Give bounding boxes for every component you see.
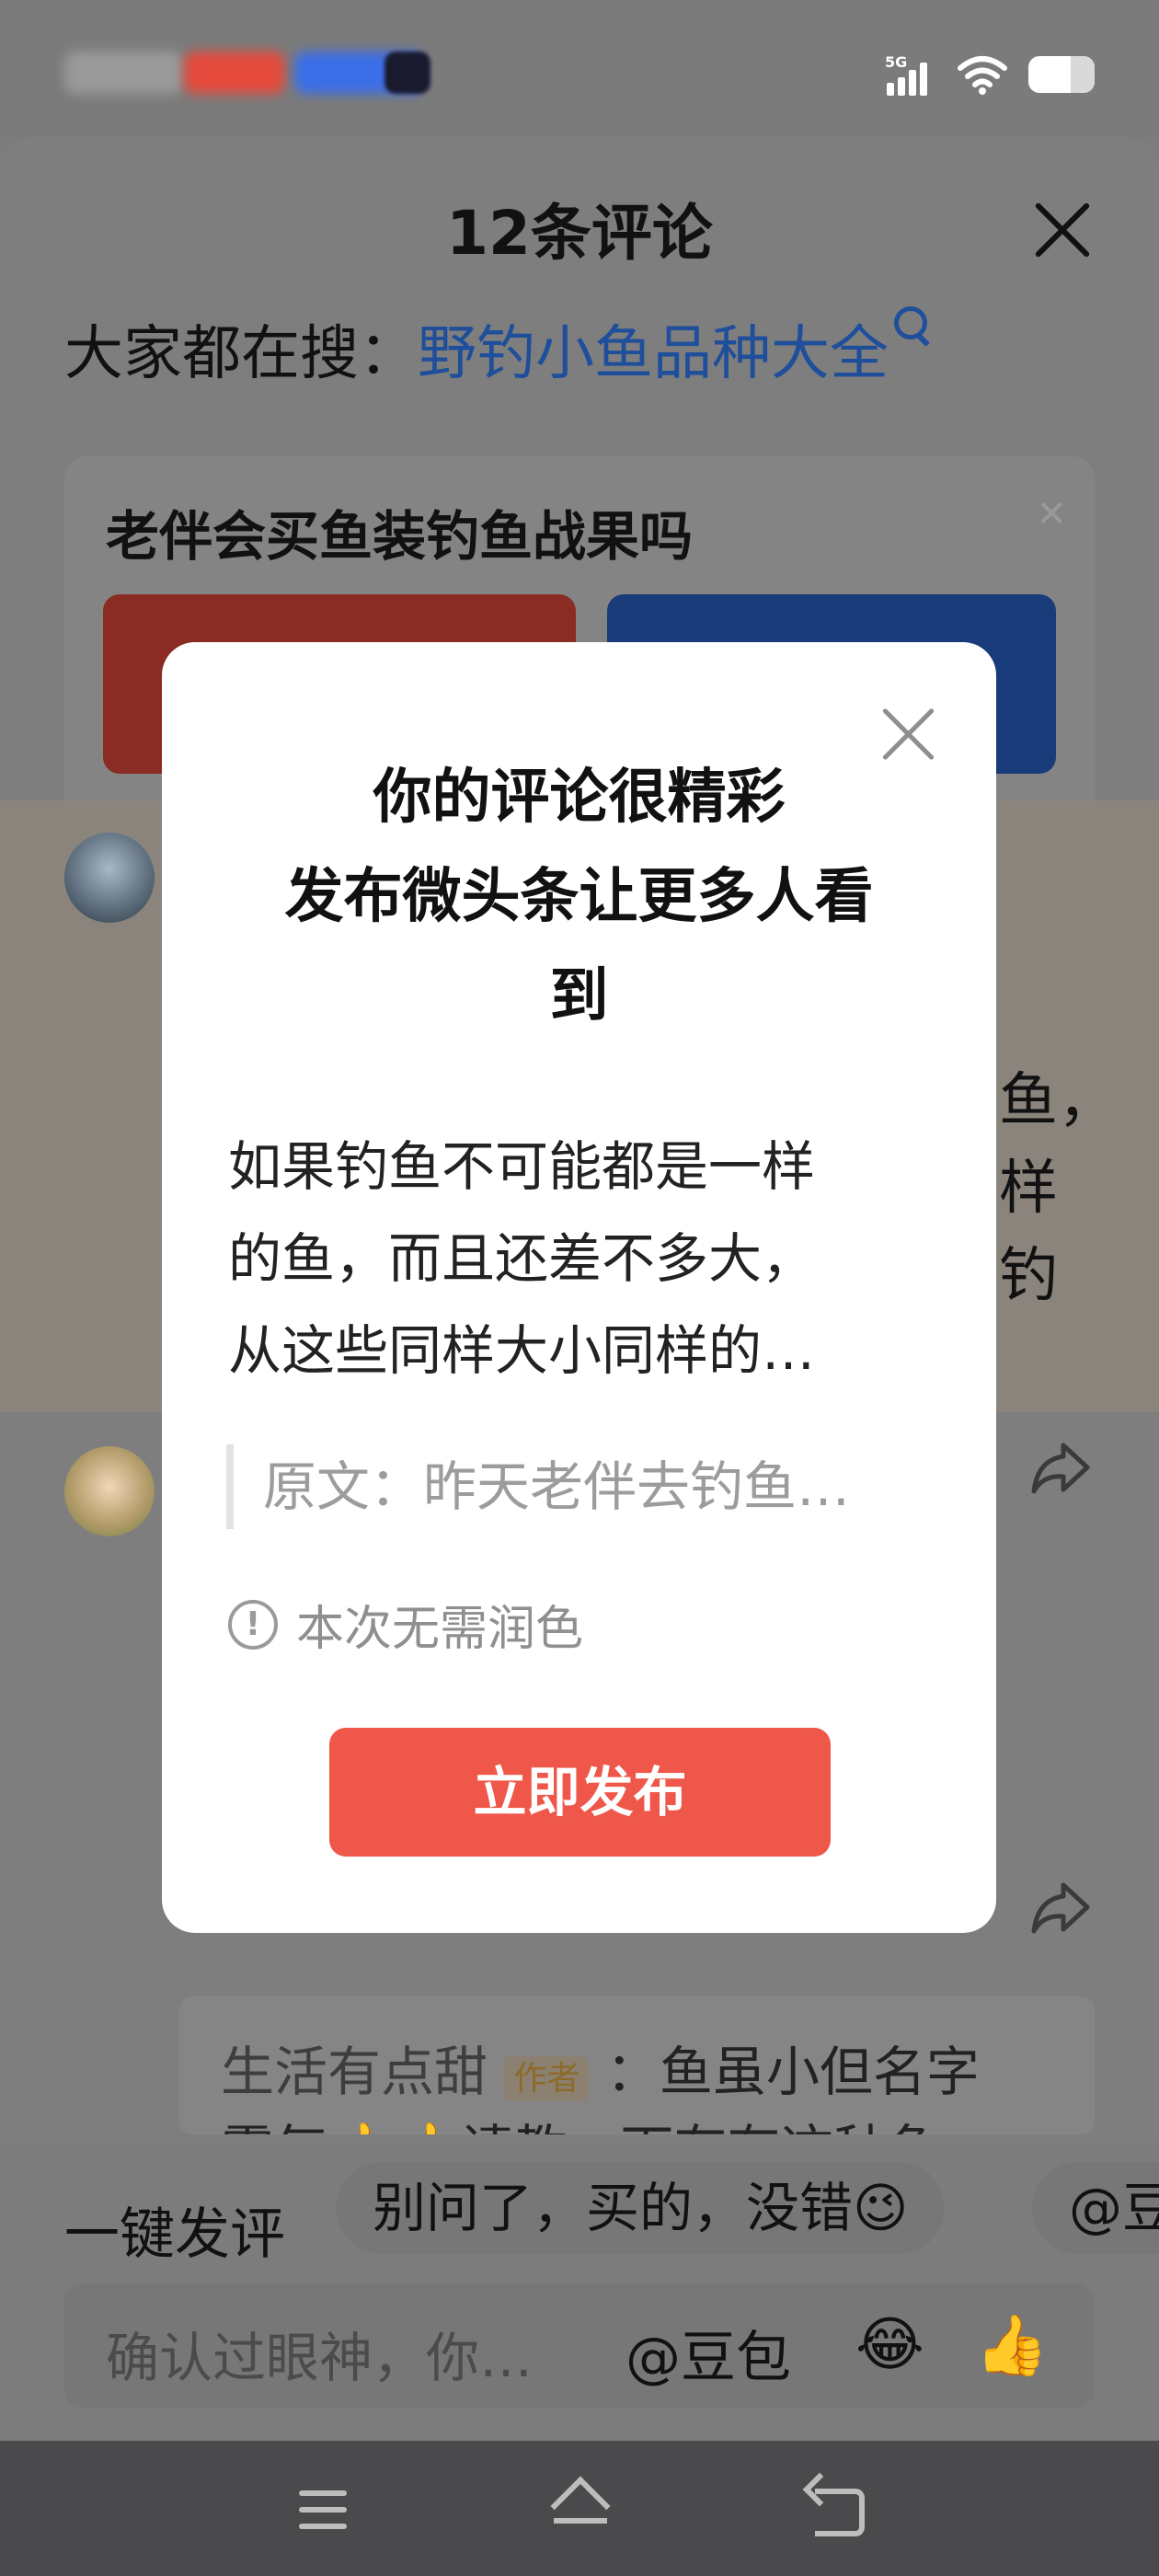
reply-author[interactable]: 生活有点甜 — [221, 2041, 488, 2103]
comment-text-fragment: 钓 — [999, 1242, 1058, 1310]
close-icon[interactable] — [1028, 197, 1095, 263]
battery-icon — [1028, 56, 1095, 93]
back-icon[interactable] — [808, 2478, 872, 2542]
dialog-body-line: 如果钓鱼不可能都是一样 — [228, 1135, 816, 1198]
dialog-title: 你的评论很精彩 发布微头条让更多人看 到 — [226, 748, 932, 1046]
polish-note: ! 本次无需润色 — [228, 1590, 583, 1659]
original-comment-quote: 原文：昨天老伴去钓鱼… — [226, 1444, 889, 1529]
trending-search-keyword[interactable]: 野钓小鱼品种大全 — [418, 320, 889, 388]
wifi-icon — [958, 56, 1007, 95]
quick-comment-chip[interactable]: 别问了，买的，没错😉 — [336, 2162, 946, 2254]
dialog-body-line: 的鱼，而且还差不多大， — [228, 1227, 816, 1290]
dialog-body-line: 从这些同样大小同样的… — [228, 1319, 816, 1382]
reply-text-line2: 霸气👍👍请教一下有有这种鱼 — [221, 2107, 940, 2134]
comment-text-fragment: 鱼， — [999, 1067, 1117, 1135]
reply-text: ：鱼虽小但名字 — [605, 2041, 980, 2103]
comment-input-placeholder: 确认过眼神，你… — [106, 2327, 534, 2389]
poll-question: 老伴会买鱼装钓鱼战果吗 — [106, 505, 694, 568]
author-badge: 作者 — [504, 2055, 590, 2101]
reply-preview[interactable]: 生活有点甜 作者 ：鱼虽小但名字 霸气👍👍请教一下有有这种鱼 — [179, 1996, 1095, 2134]
dialog-body: 如果钓鱼不可能都是一样 的鱼，而且还差不多大， 从这些同样大小同样的… — [228, 1121, 909, 1397]
publish-dialog: 你的评论很精彩 发布微头条让更多人看 到 如果钓鱼不可能都是一样 的鱼，而且还差… — [162, 642, 996, 1933]
mention-button[interactable]: @豆包 — [625, 2313, 791, 2393]
comment-text-fragment: 样 — [999, 1155, 1058, 1223]
search-icon — [889, 306, 933, 351]
avatar[interactable] — [64, 1446, 155, 1536]
quick-comment-chip[interactable]: @豆 — [1032, 2162, 1159, 2254]
menu-icon[interactable] — [290, 2478, 354, 2542]
blurred-notification-icons — [384, 52, 430, 94]
quick-comment-label: 一键发评 — [64, 2202, 285, 2267]
trending-search[interactable]: 大家都在搜：野钓小鱼品种大全 — [64, 306, 933, 391]
trending-search-label: 大家都在搜： — [64, 320, 418, 388]
poll-close-icon[interactable]: ✕ — [1036, 493, 1067, 535]
dialog-title-line: 你的评论很精彩 — [373, 764, 786, 832]
sheet-title: 12条评论 — [446, 198, 713, 269]
dialog-title-line: 发布微头条让更多人看 — [284, 863, 874, 931]
share-icon[interactable] — [1030, 1440, 1095, 1495]
blurred-notification-icons — [64, 52, 184, 94]
info-icon: ! — [228, 1599, 278, 1650]
avatar[interactable] — [64, 833, 155, 923]
signal-icon: 5G — [885, 53, 936, 96]
comment-input[interactable]: 确认过眼神，你… @豆包 😂 👍 — [64, 2283, 1095, 2408]
polish-note-text: 本次无需润色 — [296, 1602, 584, 1657]
status-icons: 5G — [885, 53, 1095, 96]
dialog-title-line: 到 — [549, 962, 609, 1030]
reply-line: 生活有点甜 作者 ：鱼虽小但名字 — [221, 2029, 980, 2106]
emoji-laugh-button[interactable]: 😂 — [855, 2311, 924, 2379]
publish-button[interactable]: 立即发布 — [329, 1728, 831, 1857]
status-bar: 5G — [0, 0, 1159, 138]
home-icon[interactable] — [548, 2478, 613, 2542]
blurred-notification-icons — [184, 52, 285, 94]
emoji-thumbsup-button[interactable]: 👍 — [975, 2311, 1049, 2380]
share-icon[interactable] — [1030, 1880, 1095, 1935]
system-nav-bar — [0, 2441, 1159, 2576]
